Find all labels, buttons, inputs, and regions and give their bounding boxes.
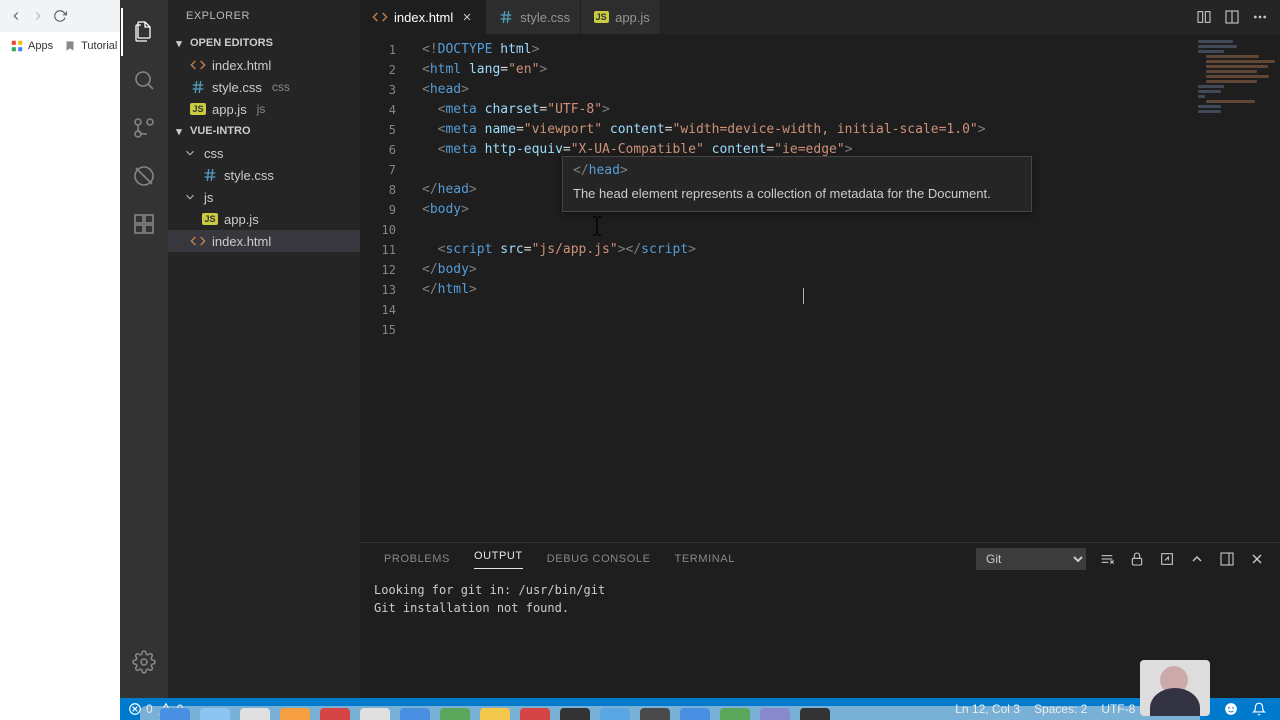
panel-layout-icon[interactable] [1218,550,1236,568]
activity-bar [120,0,168,720]
file-name: style.css [224,168,274,183]
panel-tab-problems[interactable]: PROBLEMS [384,553,450,565]
panel-tab-debug[interactable]: DEBUG CONSOLE [547,553,651,565]
browser-toolbar [0,0,120,32]
html-file-icon [190,233,206,249]
chevron-down-icon: ▾ [172,37,186,50]
file-name: index.html [212,234,271,249]
hash-file-icon [190,79,206,95]
bookmark-label: Apps [28,40,53,52]
tab-label: index.html [394,10,453,25]
file-path-hint: js [257,102,266,116]
chevron-down-icon [182,145,198,161]
tab-bar: index.html style.css JS app.js [360,0,1280,34]
panel-tab-output[interactable]: OUTPUT [474,550,523,569]
bookmark-label: Tutorial [81,40,117,52]
hash-file-icon [498,9,514,25]
panel-tab-terminal[interactable]: TERMINAL [675,553,735,565]
sidebar-title: EXPLORER [168,0,360,32]
browser-background: Apps Tutorial [0,0,120,720]
hover-description: The head element represents a collection… [573,186,1021,201]
panel-tabs: PROBLEMS OUTPUT DEBUG CONSOLE TERMINAL G… [360,543,1280,575]
bell-icon[interactable] [1252,702,1266,716]
file-path-hint: css [272,80,290,94]
html-file-icon [190,57,206,73]
chevron-up-icon[interactable] [1188,550,1206,568]
file-item[interactable]: style.css [168,164,360,186]
hover-code: </head> [573,163,1021,178]
close-icon[interactable] [459,9,475,25]
editor-tab[interactable]: JS app.js [581,0,661,34]
open-editor-item[interactable]: style.css css [168,76,360,98]
bookmark-apps[interactable]: Apps [10,39,53,53]
file-name: app.js [212,102,247,117]
sidebar-explorer: EXPLORER ▾ OPEN EDITORS index.html style.… [168,0,360,720]
js-file-icon: JS [202,211,218,227]
chevron-down-icon [182,189,198,205]
feedback-icon[interactable] [1224,702,1238,716]
folder-item[interactable]: js [168,186,360,208]
output-content[interactable]: Looking for git in: /usr/bin/gitGit inst… [360,575,1280,623]
text-cursor [803,288,804,304]
lock-scroll-icon[interactable] [1128,550,1146,568]
activity-settings[interactable] [120,638,168,686]
vscode-window: EXPLORER ▾ OPEN EDITORS index.html style.… [120,0,1280,720]
folder-name: js [204,190,213,205]
tab-actions [1196,0,1280,34]
file-item[interactable]: index.html [168,230,360,252]
mouse-cursor-icon [592,216,594,236]
activity-explorer[interactable] [121,8,167,56]
clear-icon[interactable] [1098,550,1116,568]
section-label: OPEN EDITORS [190,37,273,49]
activity-search[interactable] [120,56,168,104]
file-name: app.js [224,212,259,227]
webcam-overlay [1140,660,1210,716]
open-editor-item[interactable]: index.html [168,54,360,76]
editor-tab[interactable]: index.html [360,0,486,34]
file-name: style.css [212,80,262,95]
forward-icon[interactable] [30,8,46,24]
file-name: index.html [212,58,271,73]
compare-icon[interactable] [1196,9,1212,25]
tab-label: app.js [615,10,650,25]
browser-bookmarks-bar: Apps Tutorial [0,32,120,60]
macos-dock[interactable] [140,706,1200,720]
js-file-icon: JS [190,101,206,117]
js-file-icon: JS [593,9,609,25]
more-icon[interactable] [1252,9,1268,25]
close-panel-icon[interactable] [1248,550,1266,568]
section-project[interactable]: ▾ VUE-INTRO [168,120,360,142]
hover-tooltip: </head> The head element represents a co… [562,156,1032,212]
bookmark-tutorial[interactable]: Tutorial [63,39,117,53]
minimap[interactable] [1192,38,1280,158]
split-icon[interactable] [1224,9,1240,25]
open-file-icon[interactable] [1158,550,1176,568]
hash-file-icon [202,167,218,183]
activity-debug[interactable] [120,152,168,200]
html-file-icon [372,9,388,25]
chevron-down-icon: ▾ [172,125,186,138]
tab-label: style.css [520,10,570,25]
output-channel-select[interactable]: Git [976,548,1086,570]
activity-extensions[interactable] [120,200,168,248]
line-gutter: 123456789101112131415 [360,40,412,340]
file-item[interactable]: JS app.js [168,208,360,230]
open-editor-item[interactable]: JS app.js js [168,98,360,120]
folder-name: css [204,146,224,161]
section-label: VUE-INTRO [190,125,251,137]
editor-tab[interactable]: style.css [486,0,581,34]
section-open-editors[interactable]: ▾ OPEN EDITORS [168,32,360,54]
reload-icon[interactable] [52,8,68,24]
folder-item[interactable]: css [168,142,360,164]
activity-scm[interactable] [120,104,168,152]
back-icon[interactable] [8,8,24,24]
